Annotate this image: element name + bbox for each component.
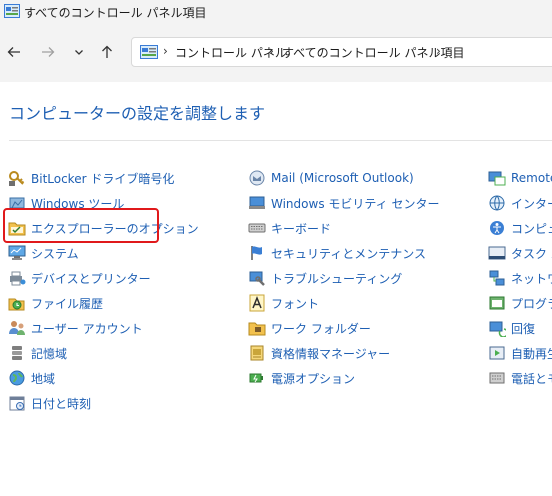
forward-button[interactable]	[36, 40, 60, 64]
item-credential-manager[interactable]: 資格情報マネージャー	[248, 343, 390, 363]
ease-of-access-icon	[488, 219, 506, 237]
item-label: Mail (Microsoft Outlook)	[271, 171, 414, 185]
control-panel-icon	[140, 45, 158, 59]
item-mail[interactable]: Mail (Microsoft Outlook)	[248, 168, 414, 188]
item-work-folders[interactable]: ワーク フォルダー	[248, 318, 371, 338]
item-label: プログラム	[511, 296, 552, 311]
autoplay-icon	[488, 344, 506, 362]
navigation-bar: › コントロール パネル › すべてのコントロール パネル項目 ›	[0, 24, 552, 82]
item-storage-spaces[interactable]: 記憶域	[8, 343, 67, 363]
item-label: 記憶域	[31, 346, 68, 361]
work-folders-icon	[248, 319, 266, 337]
item-keyboard[interactable]: キーボード	[248, 218, 331, 238]
item-label: 回復	[511, 321, 536, 336]
item-fonts[interactable]: フォント	[248, 293, 319, 313]
network-icon	[488, 269, 506, 287]
highlight-box	[3, 208, 159, 243]
item-label: BitLocker ドライブ暗号化	[31, 171, 175, 186]
item-autoplay[interactable]: 自動再生	[488, 343, 552, 363]
file-history-icon	[8, 294, 26, 312]
item-network[interactable]: ネットワー	[488, 268, 552, 288]
taskbar-icon	[488, 244, 506, 262]
item-system[interactable]: システム	[8, 243, 79, 263]
item-troubleshooting[interactable]: トラブルシューティング	[248, 268, 402, 288]
arrow-left-icon	[7, 47, 20, 57]
keyboard-icon	[248, 219, 266, 237]
recovery-icon	[488, 319, 506, 337]
item-label: Windows モビリティ センター	[271, 196, 440, 211]
item-user-accounts[interactable]: ユーザー アカウント	[8, 318, 143, 338]
divider	[9, 140, 552, 141]
chevron-right-icon[interactable]: ›	[436, 44, 441, 58]
internet-options-icon	[488, 194, 506, 212]
item-label: タスク バー	[511, 246, 552, 261]
up-button[interactable]	[95, 40, 119, 64]
user-accounts-icon	[8, 319, 26, 337]
item-taskbar[interactable]: タスク バー	[488, 243, 552, 263]
remote-app-icon	[488, 169, 506, 187]
item-security-maintenance[interactable]: セキュリティとメンテナンス	[248, 243, 426, 263]
power-options-icon	[248, 369, 266, 387]
fonts-icon	[248, 294, 266, 312]
storage-spaces-icon	[8, 344, 26, 362]
item-label: 地域	[31, 371, 56, 386]
chevron-down-icon	[75, 50, 83, 55]
item-label: 資格情報マネージャー	[271, 346, 391, 361]
item-region[interactable]: 地域	[8, 368, 55, 388]
item-ease-of-access[interactable]: コンピュー	[488, 218, 552, 238]
item-devices-printers[interactable]: デバイスとプリンター	[8, 268, 151, 288]
region-globe-icon	[8, 369, 26, 387]
item-label: 電話とモ	[511, 371, 552, 386]
item-power-options[interactable]: 電源オプション	[248, 368, 355, 388]
window-title: すべてのコントロール パネル項目	[24, 6, 207, 20]
item-label: インターネ	[511, 196, 552, 211]
phone-modem-icon	[488, 369, 506, 387]
item-programs[interactable]: プログラム	[488, 293, 552, 313]
item-label: セキュリティとメンテナンス	[271, 246, 427, 261]
item-label: コンピュー	[511, 221, 552, 236]
item-label: キーボード	[271, 221, 332, 236]
mobility-center-icon	[248, 194, 266, 212]
mail-icon	[248, 169, 266, 187]
address-bar[interactable]: › コントロール パネル › すべてのコントロール パネル項目 ›	[131, 37, 552, 67]
item-recovery[interactable]: 回復	[488, 318, 535, 338]
item-label: デバイスとプリンター	[31, 271, 151, 286]
item-label: 電源オプション	[271, 371, 356, 386]
item-label: ファイル履歴	[31, 296, 104, 311]
item-phone-modem[interactable]: 電話とモ	[488, 368, 552, 388]
item-internet-options[interactable]: インターネ	[488, 193, 552, 213]
recent-locations-button[interactable]	[67, 40, 91, 64]
title-bar: すべてのコントロール パネル項目	[0, 0, 552, 24]
item-label: ネットワー	[511, 271, 552, 286]
item-label: 自動再生	[511, 346, 552, 361]
chevron-right-icon[interactable]: ›	[269, 44, 274, 58]
programs-icon	[488, 294, 506, 312]
item-bitlocker[interactable]: BitLocker ドライブ暗号化	[8, 168, 174, 188]
credential-manager-icon	[248, 344, 266, 362]
date-time-icon	[8, 394, 26, 412]
back-button[interactable]	[2, 40, 26, 64]
item-label: RemoteA	[511, 171, 552, 185]
item-mobility-center[interactable]: Windows モビリティ センター	[248, 193, 439, 213]
troubleshooting-icon	[248, 269, 266, 287]
arrow-right-icon	[42, 47, 55, 57]
item-label: ユーザー アカウント	[31, 321, 143, 336]
security-flag-icon	[248, 244, 266, 262]
item-remoteapp[interactable]: RemoteA	[488, 168, 552, 188]
arrow-up-icon	[102, 45, 112, 58]
page-title: コンピューターの設定を調整します	[9, 104, 266, 123]
item-label: ワーク フォルダー	[271, 321, 371, 336]
item-file-history[interactable]: ファイル履歴	[8, 293, 103, 313]
devices-printers-icon	[8, 269, 26, 287]
chevron-right-icon[interactable]: ›	[163, 44, 168, 58]
item-label: 日付と時刻	[31, 396, 92, 411]
item-date-time[interactable]: 日付と時刻	[8, 393, 91, 413]
system-monitor-icon	[8, 244, 26, 262]
item-label: トラブルシューティング	[271, 271, 403, 286]
item-label: システム	[31, 246, 79, 261]
bitlocker-key-icon	[8, 169, 26, 187]
control-panel-icon	[4, 4, 20, 18]
item-label: フォント	[271, 296, 320, 311]
